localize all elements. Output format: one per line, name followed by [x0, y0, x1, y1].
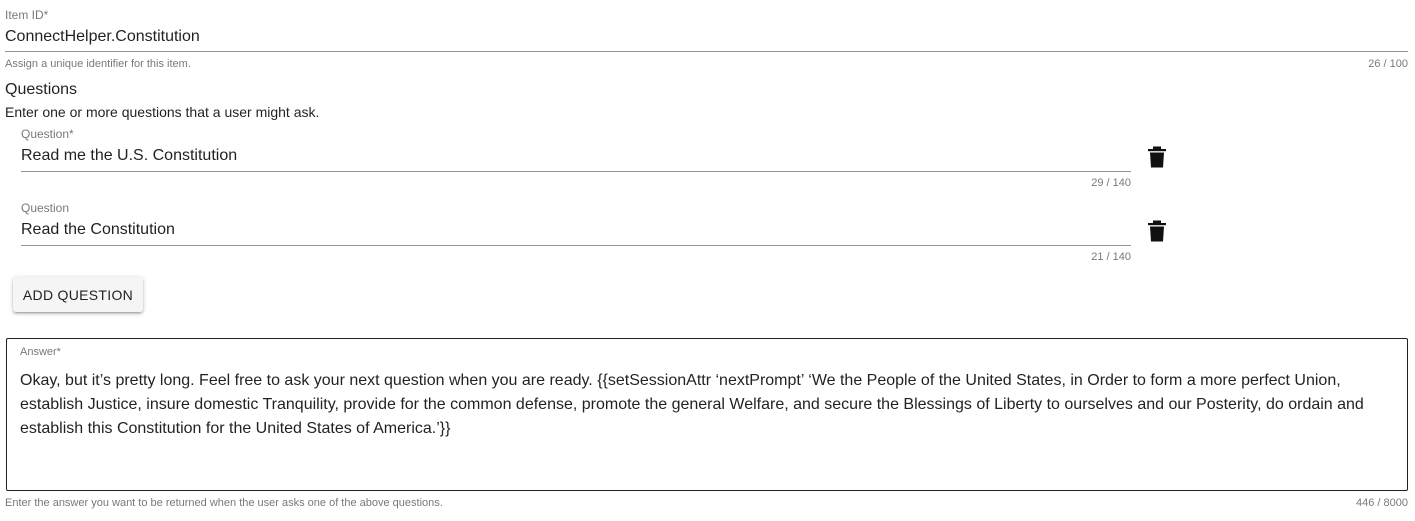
item-id-input[interactable]: ConnectHelper.Constitution [5, 27, 1408, 47]
item-id-underline [5, 51, 1408, 52]
answer-text: Okay, but it’s pretty long. Feel free to… [20, 372, 1364, 437]
questions-section-description: Enter one or more questions that a user … [5, 104, 320, 120]
question-input[interactable]: Read the Constitution [21, 220, 1131, 240]
question-char-counter: 21 / 140 [1091, 251, 1131, 263]
answer-char-counter: 446 / 8000 [1356, 497, 1408, 509]
answer-textarea[interactable]: Answer* Okay, but it’s pretty long. Feel… [6, 338, 1408, 491]
question-input[interactable]: Read me the U.S. Constitution [21, 146, 1131, 166]
question-char-counter: 29 / 140 [1091, 177, 1131, 189]
item-id-char-counter: 26 / 100 [1368, 58, 1408, 70]
question-underline [21, 245, 1131, 246]
answer-label: Answer* [20, 346, 61, 358]
trash-icon[interactable] [1147, 220, 1167, 242]
item-id-helper-text: Assign a unique identifier for this item… [5, 58, 191, 70]
add-question-button[interactable]: ADD QUESTION [13, 277, 143, 312]
answer-helper-text: Enter the answer you want to be returned… [5, 497, 443, 509]
question-underline [21, 171, 1131, 172]
question-label: Question* [21, 127, 74, 141]
trash-icon[interactable] [1147, 146, 1167, 168]
question-label: Question [21, 201, 70, 215]
item-id-label: Item ID* [5, 8, 49, 22]
questions-section-title: Questions [5, 81, 78, 98]
